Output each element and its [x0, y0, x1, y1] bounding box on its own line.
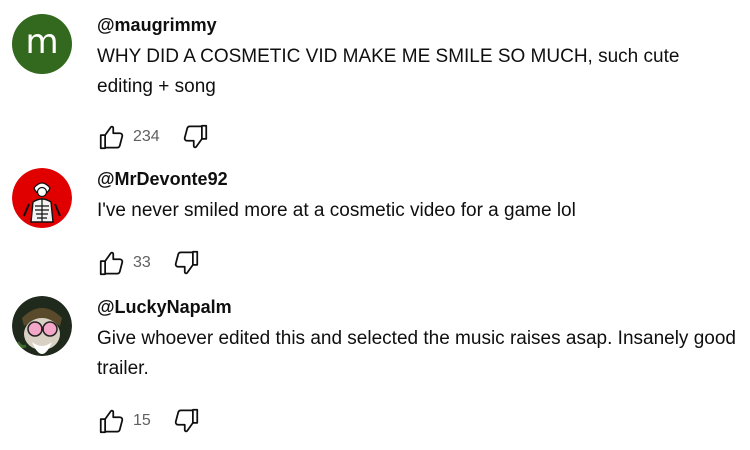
comment-author[interactable]: @maugrimmy — [97, 14, 738, 36]
comment-author[interactable]: @LuckyNapalm — [97, 296, 738, 318]
comment-body: @maugrimmy WHY DID A COSMETIC VID MAKE M… — [97, 14, 738, 152]
thumbs-down-icon — [174, 408, 198, 433]
thumbs-up-icon — [99, 251, 124, 276]
avatar[interactable] — [12, 296, 72, 356]
avatar-image — [12, 296, 72, 356]
comment-actions: 15 — [97, 406, 738, 436]
comment-body: @LuckyNapalm Give whoever edited this an… — [97, 296, 738, 436]
comment-text: I've never smiled more at a cosmetic vid… — [97, 200, 576, 221]
avatar-image — [12, 168, 72, 228]
dislike-button[interactable] — [171, 406, 201, 436]
comments-section: m @maugrimmy WHY DID A COSMETIC VID MAKE… — [0, 0, 750, 450]
like-count: 15 — [133, 412, 151, 429]
avatar-letter: m — [25, 22, 59, 62]
like-count: 33 — [133, 254, 151, 271]
comment-author[interactable]: @MrDevonte92 — [97, 168, 738, 190]
thumbs-down-icon — [183, 124, 207, 149]
comment-thread: @MrDevonte92 I've never smiled more at a… — [12, 168, 738, 278]
avatar[interactable]: m — [12, 14, 72, 74]
like-button[interactable] — [97, 122, 127, 152]
comment-actions: 33 — [97, 248, 738, 278]
comment-thread: m @maugrimmy WHY DID A COSMETIC VID MAKE… — [12, 14, 738, 152]
dislike-button[interactable] — [180, 122, 210, 152]
dislike-button[interactable] — [171, 248, 201, 278]
like-button[interactable] — [97, 406, 127, 436]
comment-body: @MrDevonte92 I've never smiled more at a… — [97, 168, 738, 278]
comment-text: WHY DID A COSMETIC VID MAKE ME SMILE SO … — [97, 46, 680, 97]
comment-text: Give whoever edited this and selected th… — [97, 328, 736, 379]
comment-actions: 234 — [97, 122, 738, 152]
comment-thread: @LuckyNapalm Give whoever edited this an… — [12, 296, 738, 436]
like-count: 234 — [133, 128, 160, 145]
thumbs-up-icon — [99, 125, 124, 150]
like-button[interactable] — [97, 248, 127, 278]
avatar[interactable] — [12, 168, 72, 228]
thumbs-up-icon — [99, 409, 124, 434]
thumbs-down-icon — [174, 250, 198, 275]
